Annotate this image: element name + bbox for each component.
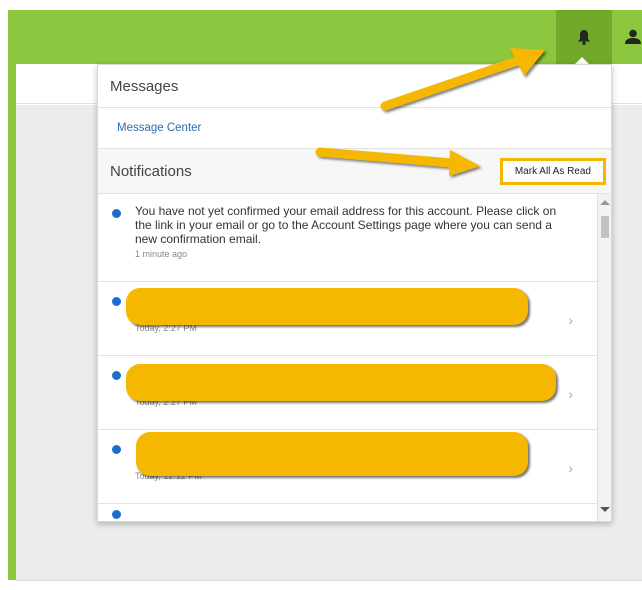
notifications-title: Notifications	[110, 162, 192, 180]
notifications-header: Notifications Mark All As Read	[98, 149, 611, 194]
notification-item-partial[interactable]	[98, 504, 611, 521]
chevron-right-icon: ›	[568, 460, 573, 476]
notifications-dropdown: Messages Message Center Notifications Ma…	[97, 64, 612, 522]
unread-dot	[112, 209, 121, 218]
scroll-up-arrow-icon[interactable]	[600, 200, 610, 205]
notification-item[interactable]: Today, 2:27 PM ›	[98, 282, 611, 356]
left-accent-border	[8, 10, 16, 580]
unread-dot	[112, 297, 121, 306]
notifications-bell-button[interactable]	[556, 10, 612, 64]
messages-title: Messages	[110, 77, 179, 95]
messages-header: Messages	[98, 65, 611, 108]
scroll-down-arrow-icon[interactable]	[600, 507, 610, 512]
unread-dot	[112, 371, 121, 380]
notification-item[interactable]: Today, 12:12 PM ›	[98, 430, 611, 504]
user-account-button[interactable]	[624, 10, 642, 64]
redaction-overlay	[126, 364, 556, 401]
notifications-list[interactable]: You have not yet confirmed your email ad…	[98, 194, 611, 521]
app-frame: Messages Message Center Notifications Ma…	[0, 0, 642, 590]
message-center-row: Message Center	[98, 108, 611, 149]
top-navigation-bar	[8, 10, 642, 64]
chevron-right-icon: ›	[568, 386, 573, 402]
notification-time: 1 minute ago	[135, 249, 188, 259]
notification-text: You have not yet confirmed your email ad…	[135, 204, 557, 246]
unread-dot	[112, 445, 121, 454]
notification-item[interactable]: You have not yet confirmed your email ad…	[98, 194, 611, 282]
mark-all-as-read-button[interactable]: Mark All As Read	[499, 157, 606, 185]
message-center-link[interactable]: Message Center	[117, 122, 201, 134]
bell-icon	[578, 30, 590, 45]
mark-all-as-read-label: Mark All As Read	[514, 165, 591, 177]
user-icon	[625, 29, 641, 44]
scroll-thumb[interactable]	[601, 216, 609, 238]
unread-dot	[112, 510, 121, 519]
content-divider	[16, 580, 642, 581]
notification-item[interactable]: Today, 2:27 PM ›	[98, 356, 611, 430]
list-scrollbar[interactable]	[597, 194, 611, 521]
redaction-overlay	[126, 288, 528, 325]
redaction-overlay	[136, 432, 528, 476]
chevron-right-icon: ›	[568, 312, 573, 328]
